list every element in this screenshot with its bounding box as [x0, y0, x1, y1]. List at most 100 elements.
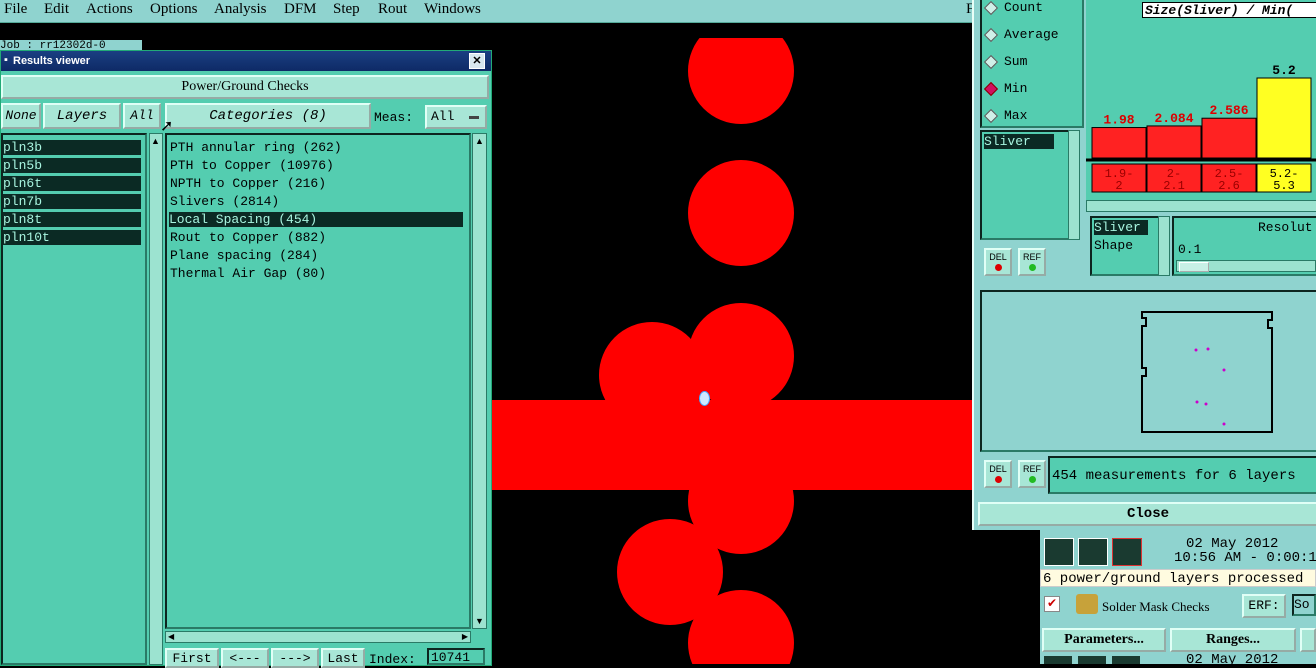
menu-edit[interactable]: Edit [44, 1, 69, 18]
prev-button[interactable]: <--- [221, 648, 269, 668]
measurement-marker[interactable] [699, 391, 710, 406]
categories-vscrollbar[interactable]: ▲ ▼ [472, 133, 487, 629]
run-icon[interactable] [1078, 656, 1106, 664]
bar-value-label: 5.2 [1272, 63, 1296, 78]
list-item[interactable]: Rout to Copper (882) [170, 230, 326, 245]
board-outline [1141, 311, 1273, 433]
categories-button[interactable]: Categories (8) [165, 103, 371, 129]
list-item[interactable]: Shape [1094, 238, 1133, 253]
histogram-bar[interactable] [1201, 117, 1257, 159]
menu-windows[interactable]: Windows [424, 1, 481, 18]
close-icon[interactable]: ✕ [469, 53, 485, 69]
bar-value-label: 2.586 [1209, 103, 1248, 118]
slider-handle[interactable] [1179, 262, 1209, 272]
bin-label: 2.1 [1163, 179, 1185, 193]
stop-icon[interactable] [1112, 538, 1142, 566]
checkbox-checked-icon[interactable]: ✔ [1044, 596, 1060, 612]
next-button[interactable]: ---> [271, 648, 319, 668]
mode-count[interactable]: Count [983, 0, 1043, 15]
mode-min[interactable]: Min [983, 81, 1027, 96]
overview-map[interactable] [980, 290, 1316, 452]
index-field[interactable]: 10741 [427, 648, 485, 665]
extra-button[interactable] [1300, 628, 1316, 652]
graphics-canvas[interactable] [490, 38, 980, 664]
layers-list[interactable]: pln3b pln5b pln6t pln7b pln8t pln10t [1, 133, 147, 665]
list-item-selected[interactable]: Sliver [984, 134, 1054, 149]
del-button[interactable]: DEL [984, 460, 1012, 488]
menu-file[interactable]: File [4, 1, 27, 18]
results-viewer-titlebar[interactable]: ▪ Results viewer ✕ [1, 51, 491, 71]
run-icon[interactable] [1044, 538, 1074, 566]
list-item[interactable]: NPTH to Copper (216) [170, 176, 326, 191]
menu-dfm[interactable]: DFM [284, 1, 317, 18]
first-button[interactable]: First [165, 648, 219, 668]
list-item[interactable]: pln10t [3, 230, 141, 245]
all-button[interactable]: All [123, 103, 161, 129]
menu-step[interactable]: Step [333, 1, 360, 18]
power-ground-checks-heading[interactable]: Power/Ground Checks [1, 75, 489, 99]
last-button[interactable]: Last [321, 648, 365, 668]
run-icon[interactable] [1078, 538, 1108, 566]
histogram-hscrollbar[interactable] [1086, 200, 1316, 212]
list-item[interactable]: Thermal Air Gap (80) [170, 266, 326, 281]
type-scrollbar[interactable] [1068, 130, 1080, 240]
shape-scrollbar[interactable] [1158, 216, 1170, 276]
list-item[interactable]: Plane spacing (284) [170, 248, 318, 263]
type-list[interactable]: Sliver [980, 130, 1070, 240]
list-item[interactable]: Slivers (2814) [170, 194, 279, 209]
ranges-button[interactable]: Ranges... [1170, 628, 1296, 652]
stop-icon[interactable] [1112, 656, 1140, 664]
list-item[interactable]: pln6t [3, 176, 141, 191]
statistics-panel: Count Average Sum Min Max Sliver DEL REF… [972, 0, 1316, 530]
close-button[interactable]: Close [978, 502, 1316, 526]
menu-rout[interactable]: Rout [378, 1, 407, 18]
measurements-status: 454 measurements for 6 layers [1048, 456, 1316, 494]
bin-label: 5.3 [1273, 179, 1295, 193]
menu-actions[interactable]: Actions [86, 1, 133, 18]
scroll-down-icon[interactable]: ▼ [475, 616, 484, 626]
bin-label: 2.6 [1218, 179, 1240, 193]
meas-label: Meas: [374, 110, 414, 125]
resolution-slider[interactable] [1176, 260, 1316, 272]
shape-list[interactable]: Sliver Shape [1090, 216, 1160, 276]
layers-button[interactable]: Layers [43, 103, 121, 129]
categories-hscrollbar[interactable]: ◀ ▶ [165, 631, 471, 643]
resolution-panel: Resolut 0.1 [1172, 216, 1316, 276]
measurements-text: 454 measurements for 6 layers [1052, 468, 1296, 484]
menu-options[interactable]: Options [150, 1, 198, 18]
histogram-bar[interactable] [1091, 127, 1147, 159]
scroll-left-icon[interactable]: ◀ [168, 632, 174, 641]
list-item[interactable]: pln8t [3, 212, 141, 227]
list-item[interactable]: PTH to Copper (10976) [170, 158, 334, 173]
menu-analysis[interactable]: Analysis [214, 1, 267, 18]
pad-circle [688, 38, 794, 124]
list-item[interactable]: pln5b [3, 158, 141, 173]
scroll-up-icon[interactable]: ▲ [151, 136, 160, 146]
list-item-selected[interactable]: Sliver [1094, 220, 1148, 235]
mode-average[interactable]: Average [983, 27, 1059, 42]
del-button[interactable]: DEL [984, 248, 1012, 276]
categories-list[interactable]: PTH annular ring (262) PTH to Copper (10… [165, 133, 471, 629]
scroll-up-icon[interactable]: ▲ [475, 136, 484, 146]
erf-button[interactable]: ERF: [1242, 594, 1286, 618]
parameters-button[interactable]: Parameters... [1042, 628, 1166, 652]
histogram-bar[interactable] [1256, 77, 1312, 159]
erf-field[interactable]: So [1292, 594, 1316, 616]
layers-scrollbar[interactable]: ▲ [149, 133, 163, 665]
meas-select[interactable]: All [425, 105, 487, 129]
list-item[interactable]: pln7b [3, 194, 141, 209]
radio-selected-icon [983, 81, 999, 96]
mode-radio-group: Count Average Sum Min Max [980, 0, 1084, 128]
list-item[interactable]: PTH annular ring (262) [170, 140, 342, 155]
mode-sum[interactable]: Sum [983, 54, 1027, 69]
mode-max[interactable]: Max [983, 108, 1027, 123]
scroll-right-icon[interactable]: ▶ [462, 632, 468, 641]
list-item-selected[interactable]: Local Spacing (454) [169, 212, 463, 227]
histogram-bar[interactable] [1146, 125, 1202, 159]
radio-icon [983, 108, 999, 123]
ref-button[interactable]: REF [1018, 460, 1046, 488]
none-button[interactable]: None [1, 103, 41, 129]
list-item[interactable]: pln3b [3, 140, 141, 155]
run-icon[interactable] [1044, 656, 1072, 664]
ref-button[interactable]: REF [1018, 248, 1046, 276]
